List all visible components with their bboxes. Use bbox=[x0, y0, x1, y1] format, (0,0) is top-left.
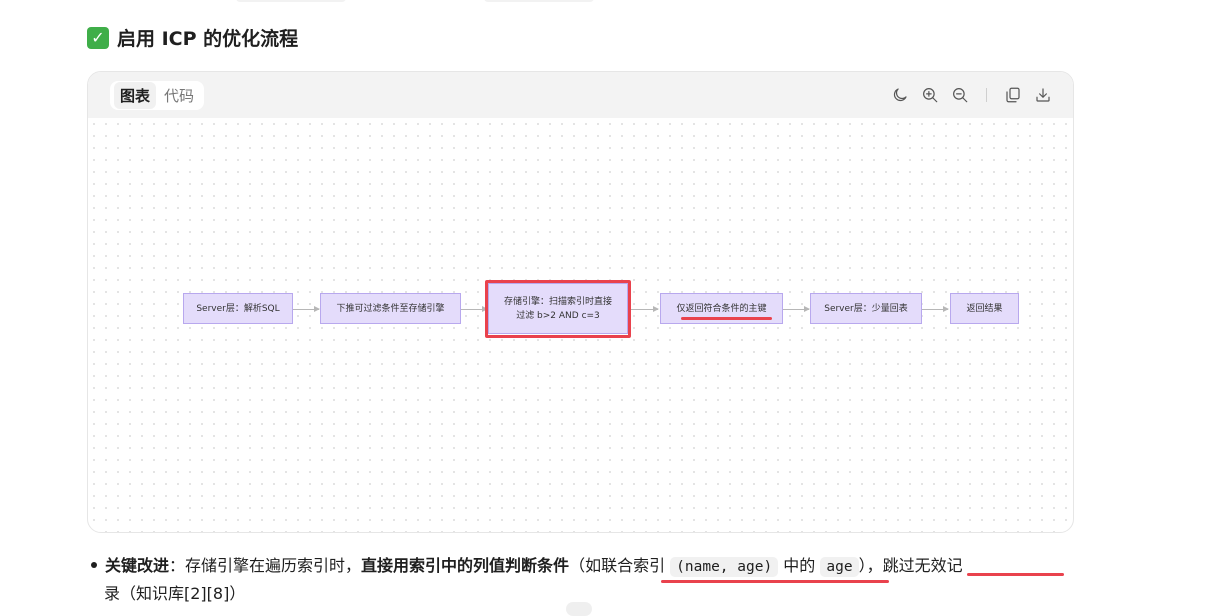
flow-edge bbox=[631, 306, 659, 312]
bullet-text: ），跳过无效记 bbox=[858, 556, 963, 575]
tab-diagram[interactable]: 图表 bbox=[114, 82, 157, 109]
annotation-underline bbox=[661, 580, 889, 583]
heading-text: 启用 ICP 的优化流程 bbox=[117, 28, 299, 50]
annotation-underline bbox=[681, 317, 772, 320]
diagram-toolbar: 图表 代码 bbox=[88, 72, 1073, 118]
flow-edge bbox=[293, 306, 320, 312]
bullet-item: 关键改进：存储引擎在遍历索引时，直接用索引中的列值判断条件（如联合索引 (nam… bbox=[88, 552, 1098, 581]
flow-edge bbox=[922, 306, 949, 312]
view-switch: 图表 代码 bbox=[110, 81, 205, 110]
node-label: 仅返回符合条件的主键 bbox=[676, 303, 767, 314]
toolbar-divider bbox=[986, 88, 987, 102]
bullet-key: 关键改进 bbox=[105, 556, 170, 575]
flow-edge bbox=[461, 306, 488, 312]
scroll-remnant bbox=[484, 0, 594, 2]
check-mark-icon: ✓ bbox=[87, 26, 109, 49]
tab-code[interactable]: 代码 bbox=[158, 82, 200, 109]
bullet-text: 中的 bbox=[778, 556, 821, 575]
annotation-underline bbox=[967, 573, 1064, 576]
node-label: Server层：少量回表 bbox=[824, 303, 908, 314]
flow-edge bbox=[783, 306, 810, 312]
inline-code: (name, age) bbox=[670, 557, 779, 577]
scroll-remnant bbox=[566, 602, 592, 616]
bullet-text: （如联合索引 bbox=[569, 556, 671, 575]
node-label: 下推可过滤条件至存储引擎 bbox=[336, 303, 445, 314]
node-label: Server层：解析SQL bbox=[196, 303, 280, 314]
flow-node-return-result: 返回结果 bbox=[950, 293, 1019, 324]
flow-node-parse-sql: Server层：解析SQL bbox=[183, 293, 293, 324]
annotation-highlight-box bbox=[485, 280, 631, 338]
diagram-card: 图表 代码 Server层：解析SQL 下推可过滤条件至存储引擎 存储引擎：扫描… bbox=[87, 71, 1074, 533]
section-heading: ✓ 启用 ICP 的优化流程 bbox=[87, 24, 298, 51]
diagram-tools bbox=[890, 84, 1053, 106]
bullet-continuation: 录（知识库[2][8]） bbox=[104, 584, 246, 603]
moon-icon[interactable] bbox=[890, 84, 910, 106]
bullet-bold: 直接用索引中的列值判断条件 bbox=[361, 556, 570, 575]
node-label: 返回结果 bbox=[966, 303, 1003, 314]
bullet-dot bbox=[91, 561, 97, 568]
inline-code: age bbox=[820, 557, 859, 577]
bullet-colon: ： bbox=[169, 556, 186, 575]
bullet-text: 存储引擎在遍历索引时， bbox=[185, 556, 362, 575]
zoom-in-icon[interactable] bbox=[920, 84, 940, 106]
flow-node-lookup: Server层：少量回表 bbox=[810, 293, 922, 324]
download-icon[interactable] bbox=[1033, 84, 1053, 106]
zoom-out-icon[interactable] bbox=[950, 84, 970, 106]
scroll-remnant bbox=[236, 0, 346, 2]
copy-icon[interactable] bbox=[1003, 84, 1023, 106]
flow-node-pushdown: 下推可过滤条件至存储引擎 bbox=[320, 293, 461, 324]
